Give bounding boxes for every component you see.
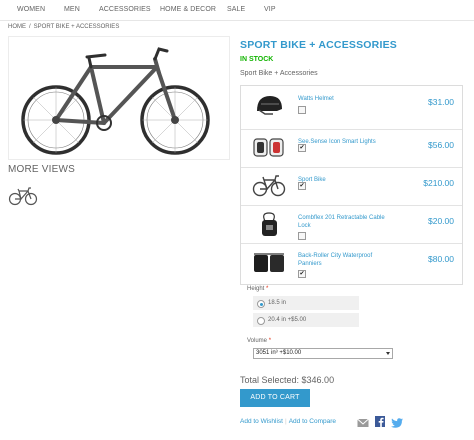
nav-item-women[interactable]: WOMEN <box>17 6 45 13</box>
breadcrumb-home[interactable]: HOME <box>8 24 26 30</box>
bundle-item-price: $31.00 <box>428 97 454 107</box>
top-nav: WOMEN MEN ACCESSORIES HOME & DECOR SALE … <box>0 0 474 21</box>
height-option-label: 18.5 in <box>268 300 287 306</box>
chevron-down-icon <box>386 352 390 355</box>
radio-button-selected[interactable] <box>257 300 265 308</box>
bundle-items-list: Watts Helmet $31.00 See.Sense Icon Smart… <box>240 85 463 285</box>
bundle-item: Back-Roller City Waterproof Panniers ✔ $… <box>241 243 462 284</box>
bundle-item-price: $20.00 <box>428 216 454 226</box>
height-option-18-5[interactable]: 18.5 in <box>253 296 359 310</box>
volume-label: Volume * <box>247 338 271 344</box>
height-label-text: Height <box>247 286 265 292</box>
product-links: Add to Wishlist | Add to Compare <box>240 418 336 425</box>
required-mark: * <box>268 338 272 344</box>
bundle-item-checkbox[interactable] <box>298 232 306 240</box>
volume-label-text: Volume <box>247 338 268 344</box>
add-to-wishlist-link[interactable]: Add to Wishlist <box>240 418 283 425</box>
height-option-label: 20.4 in +$5.00 <box>268 317 307 323</box>
thumbnail-bike[interactable] <box>8 186 38 206</box>
cable-lock-icon <box>251 211 287 237</box>
bundle-item: Watts Helmet $31.00 <box>241 86 462 130</box>
main-product-image[interactable] <box>8 36 230 160</box>
bundle-item-name[interactable]: Sport Bike <box>298 176 388 184</box>
helmet-icon <box>251 92 287 118</box>
total-selected: Total Selected: $346.00 <box>240 375 335 385</box>
bundle-item-name[interactable]: Watts Helmet <box>298 95 388 103</box>
bundle-item-price: $210.00 <box>423 178 454 188</box>
bundle-item: Sport Bike ✔ $210.00 <box>241 167 462 206</box>
height-label: Height * <box>247 286 268 292</box>
product-title: SPORT BIKE + ACCESSORIES <box>240 39 397 51</box>
nav-item-home-decor[interactable]: HOME & DECOR <box>160 6 216 13</box>
breadcrumb-current: SPORT BIKE + ACCESSORIES <box>33 24 120 30</box>
bundle-item-name[interactable]: See.Sense Icon Smart Lights <box>298 138 388 146</box>
bundle-item-name[interactable]: Back-Roller City Waterproof Panniers <box>298 252 388 268</box>
bicycle-thumbnail-icon <box>8 187 38 206</box>
bicycle-image <box>21 47 210 155</box>
panniers-icon <box>251 249 287 275</box>
product-description: Sport Bike + Accessories <box>240 70 318 77</box>
facebook-icon[interactable] <box>375 414 385 432</box>
nav-item-sale[interactable]: SALE <box>227 6 245 13</box>
breadcrumb-separator: / <box>29 24 31 30</box>
volume-select[interactable]: 3051 in³ +$10.00 <box>253 348 393 359</box>
bundle-item-price: $80.00 <box>428 254 454 264</box>
stock-status: IN STOCK <box>240 56 274 63</box>
radio-button[interactable] <box>257 317 265 325</box>
breadcrumb: HOME / SPORT BIKE + ACCESSORIES <box>8 24 119 30</box>
bundle-item-name[interactable]: Combflex 201 Retractable Cable Lock <box>298 214 388 230</box>
add-to-cart-button[interactable]: ADD TO CART <box>240 389 310 407</box>
bundle-item-checkbox[interactable]: ✔ <box>298 182 306 190</box>
volume-select-value: 3051 in³ +$10.00 <box>256 350 302 356</box>
nav-item-accessories[interactable]: ACCESSORIES <box>99 6 151 13</box>
nav-item-vip[interactable]: VIP <box>264 6 276 13</box>
bicycle-icon <box>251 173 287 199</box>
bundle-item-checkbox[interactable] <box>298 106 306 114</box>
height-option-20-4[interactable]: 20.4 in +$5.00 <box>253 313 359 327</box>
more-views-heading: MORE VIEWS <box>8 164 76 175</box>
bundle-item-checkbox[interactable]: ✔ <box>298 270 306 278</box>
bundle-item: Combflex 201 Retractable Cable Lock $20.… <box>241 205 462 244</box>
bundle-item-price: $56.00 <box>428 140 454 150</box>
nav-item-men[interactable]: MEN <box>64 6 80 13</box>
twitter-icon[interactable] <box>391 415 403 433</box>
bundle-item: See.Sense Icon Smart Lights ✔ $56.00 <box>241 129 462 168</box>
email-icon[interactable] <box>357 415 369 433</box>
bundle-item-checkbox[interactable]: ✔ <box>298 144 306 152</box>
required-mark: * <box>266 286 269 292</box>
add-to-compare-link[interactable]: Add to Compare <box>289 418 336 425</box>
bike-lights-icon <box>251 135 287 161</box>
link-separator: | <box>285 418 287 425</box>
